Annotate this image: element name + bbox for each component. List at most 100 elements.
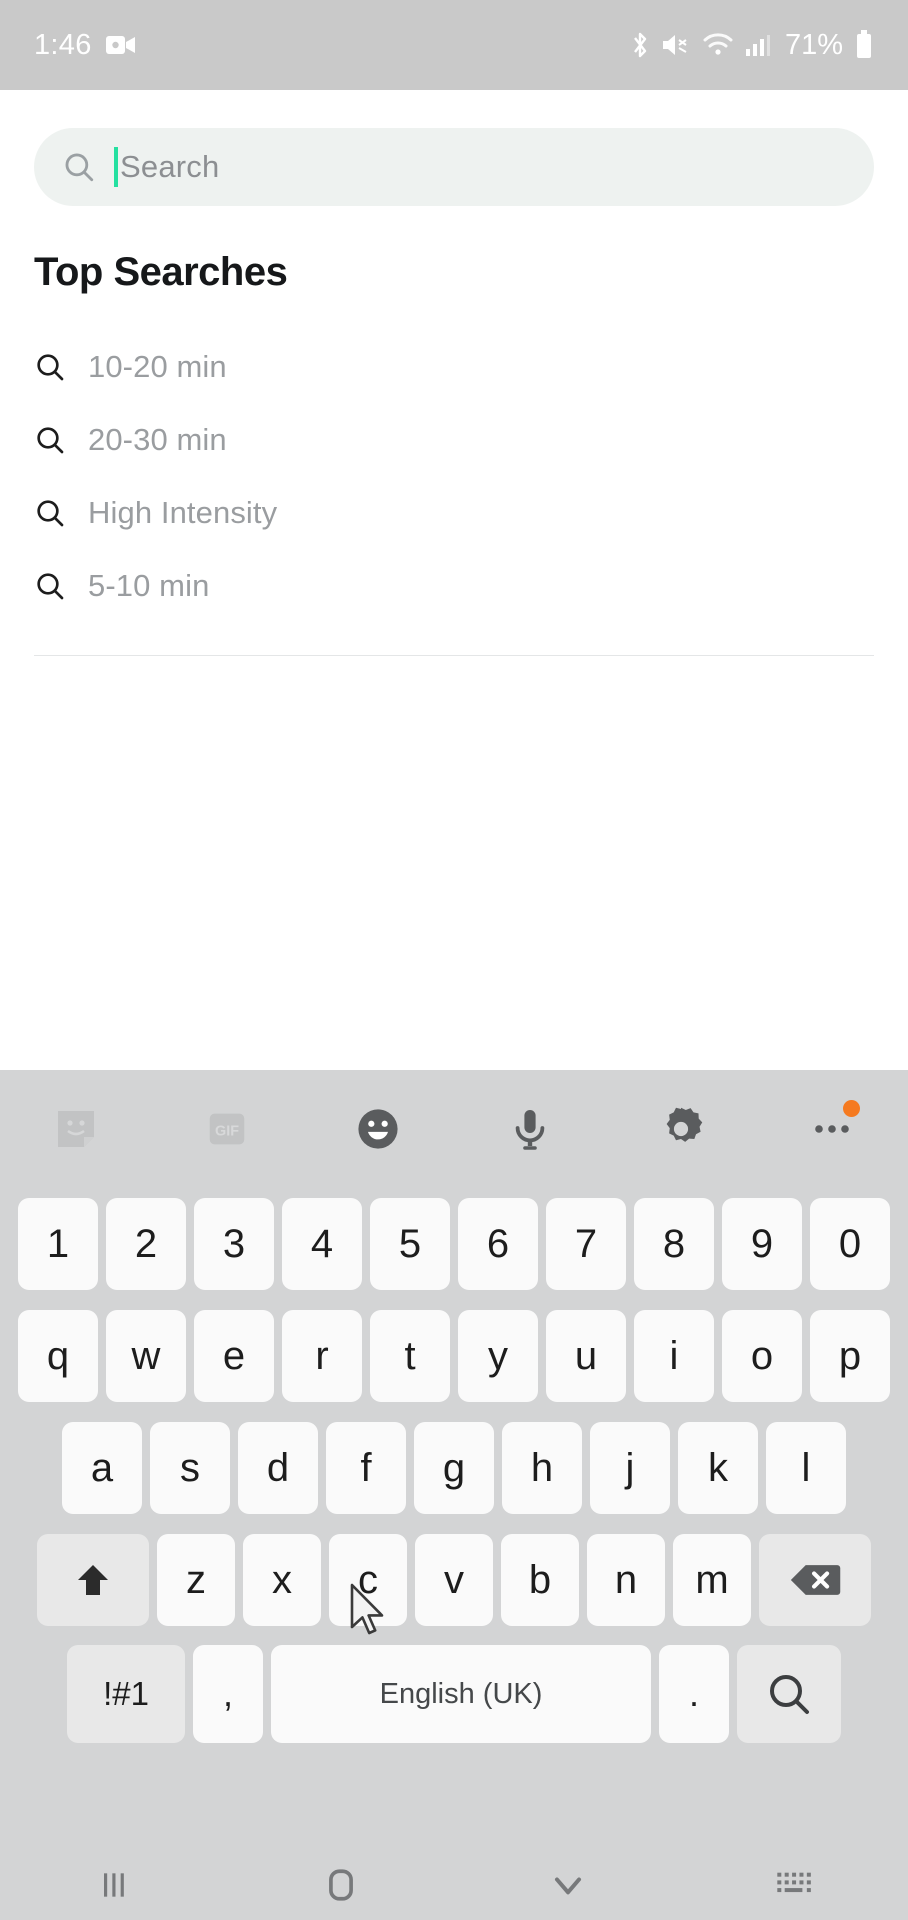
key-b[interactable]: b <box>501 1534 579 1626</box>
status-bar-left: 1:46 <box>34 29 136 62</box>
status-bar-clock: 1:46 <box>34 28 92 61</box>
key-v[interactable]: v <box>415 1534 493 1626</box>
recents-button[interactable] <box>0 1850 227 1920</box>
emoji-button[interactable] <box>303 1070 454 1188</box>
list-item[interactable]: 5-10 min <box>0 549 908 622</box>
key-r[interactable]: r <box>282 1310 362 1402</box>
key-s[interactable]: s <box>150 1422 230 1514</box>
key-e[interactable]: e <box>194 1310 274 1402</box>
navigation-bar <box>0 1850 908 1920</box>
key-k[interactable]: k <box>678 1422 758 1514</box>
key-9[interactable]: 9 <box>722 1198 802 1290</box>
search-icon <box>37 426 64 453</box>
home-button[interactable] <box>227 1850 454 1920</box>
key-u[interactable]: u <box>546 1310 626 1402</box>
home-icon <box>328 1869 353 1901</box>
key-4[interactable]: 4 <box>282 1198 362 1290</box>
period-key[interactable]: . <box>659 1645 729 1743</box>
key-5[interactable]: 5 <box>370 1198 450 1290</box>
search-icon <box>770 1675 809 1714</box>
list-item[interactable]: 10-20 min <box>0 330 908 403</box>
key-1[interactable]: 1 <box>18 1198 98 1290</box>
search-icon <box>37 572 64 599</box>
key-x[interactable]: x <box>243 1534 321 1626</box>
sticker-button[interactable] <box>0 1070 151 1188</box>
wifi-icon <box>703 33 733 55</box>
list-item-label: 10-20 min <box>88 348 227 384</box>
key-8[interactable]: 8 <box>634 1198 714 1290</box>
space-key[interactable]: English (UK) <box>271 1645 651 1743</box>
key-t[interactable]: t <box>370 1310 450 1402</box>
key-6[interactable]: 6 <box>458 1198 538 1290</box>
list-item[interactable]: High Intensity <box>0 476 908 549</box>
shift-key[interactable] <box>37 1534 149 1626</box>
key-y[interactable]: y <box>458 1310 538 1402</box>
search-placeholder: Search <box>120 149 220 184</box>
keyboard-row-home: a s d f g h j k l <box>0 1412 908 1524</box>
list-item-label: High Intensity <box>88 494 278 530</box>
key-i[interactable]: i <box>634 1310 714 1402</box>
search-icon <box>37 499 64 526</box>
key-2[interactable]: 2 <box>106 1198 186 1290</box>
key-a[interactable]: a <box>62 1422 142 1514</box>
key-c[interactable]: c <box>329 1534 407 1626</box>
bluetooth-icon <box>634 32 647 58</box>
backspace-key[interactable] <box>759 1534 871 1626</box>
emoji-icon <box>358 1109 398 1149</box>
gif-button[interactable]: GIF <box>151 1070 302 1188</box>
section-divider <box>34 655 874 656</box>
screen-record-icon <box>105 36 135 54</box>
keyboard-row-zxcv: z x c v b n m <box>0 1524 908 1636</box>
recents-icon <box>103 1873 124 1897</box>
key-p[interactable]: p <box>810 1310 890 1402</box>
list-item-label: 5-10 min <box>88 567 210 603</box>
keyboard-switch-button[interactable] <box>681 1850 908 1920</box>
status-bar: 1:46 71% <box>0 0 908 90</box>
key-o[interactable]: o <box>722 1310 802 1402</box>
microphone-icon <box>515 1110 544 1150</box>
key-f[interactable]: f <box>326 1422 406 1514</box>
battery-icon <box>857 30 871 58</box>
key-d[interactable]: d <box>238 1422 318 1514</box>
chevron-down-icon <box>554 1877 581 1895</box>
key-3[interactable]: 3 <box>194 1198 274 1290</box>
keyboard-row-qwerty: q w e r t y u i o p <box>0 1300 908 1412</box>
search-enter-key[interactable] <box>737 1645 841 1743</box>
key-z[interactable]: z <box>157 1534 235 1626</box>
comma-key[interactable]: , <box>193 1645 263 1743</box>
battery-percent-label: 71% <box>784 28 843 61</box>
keyboard-row-bottom: !#1 , English (UK) . <box>0 1636 908 1752</box>
more-options-button[interactable] <box>757 1070 908 1188</box>
key-7[interactable]: 7 <box>546 1198 626 1290</box>
shift-icon <box>78 1565 108 1595</box>
key-g[interactable]: g <box>414 1422 494 1514</box>
hide-keyboard-button[interactable] <box>454 1850 681 1920</box>
key-j[interactable]: j <box>590 1422 670 1514</box>
text-cursor <box>114 147 118 187</box>
symbols-key[interactable]: !#1 <box>67 1645 185 1743</box>
page-title: Top Searches <box>34 250 288 294</box>
key-w[interactable]: w <box>106 1310 186 1402</box>
voice-input-button[interactable] <box>454 1070 605 1188</box>
backspace-icon <box>790 1565 841 1595</box>
sticker-icon <box>57 1111 94 1147</box>
key-n[interactable]: n <box>587 1534 665 1626</box>
key-q[interactable]: q <box>18 1310 98 1402</box>
search-input[interactable]: Search <box>34 128 874 206</box>
on-screen-keyboard: GIF 1 2 3 4 5 6 7 8 9 0 q w e r t y u i … <box>0 1070 908 1850</box>
key-0[interactable]: 0 <box>810 1198 890 1290</box>
key-l[interactable]: l <box>766 1422 846 1514</box>
svg-text:GIF: GIF <box>215 1124 239 1140</box>
list-item[interactable]: 20-30 min <box>0 403 908 476</box>
search-icon <box>37 353 64 380</box>
keyboard-switch-icon <box>776 1872 811 1893</box>
list-item-label: 20-30 min <box>88 421 227 457</box>
key-m[interactable]: m <box>673 1534 751 1626</box>
status-bar-right: 71% <box>630 29 874 62</box>
settings-gear-icon <box>666 1107 703 1142</box>
keyboard-toolbar: GIF <box>0 1070 908 1188</box>
mute-icon <box>662 35 687 55</box>
keyboard-settings-button[interactable] <box>605 1070 756 1188</box>
signal-icon <box>745 35 770 56</box>
key-h[interactable]: h <box>502 1422 582 1514</box>
